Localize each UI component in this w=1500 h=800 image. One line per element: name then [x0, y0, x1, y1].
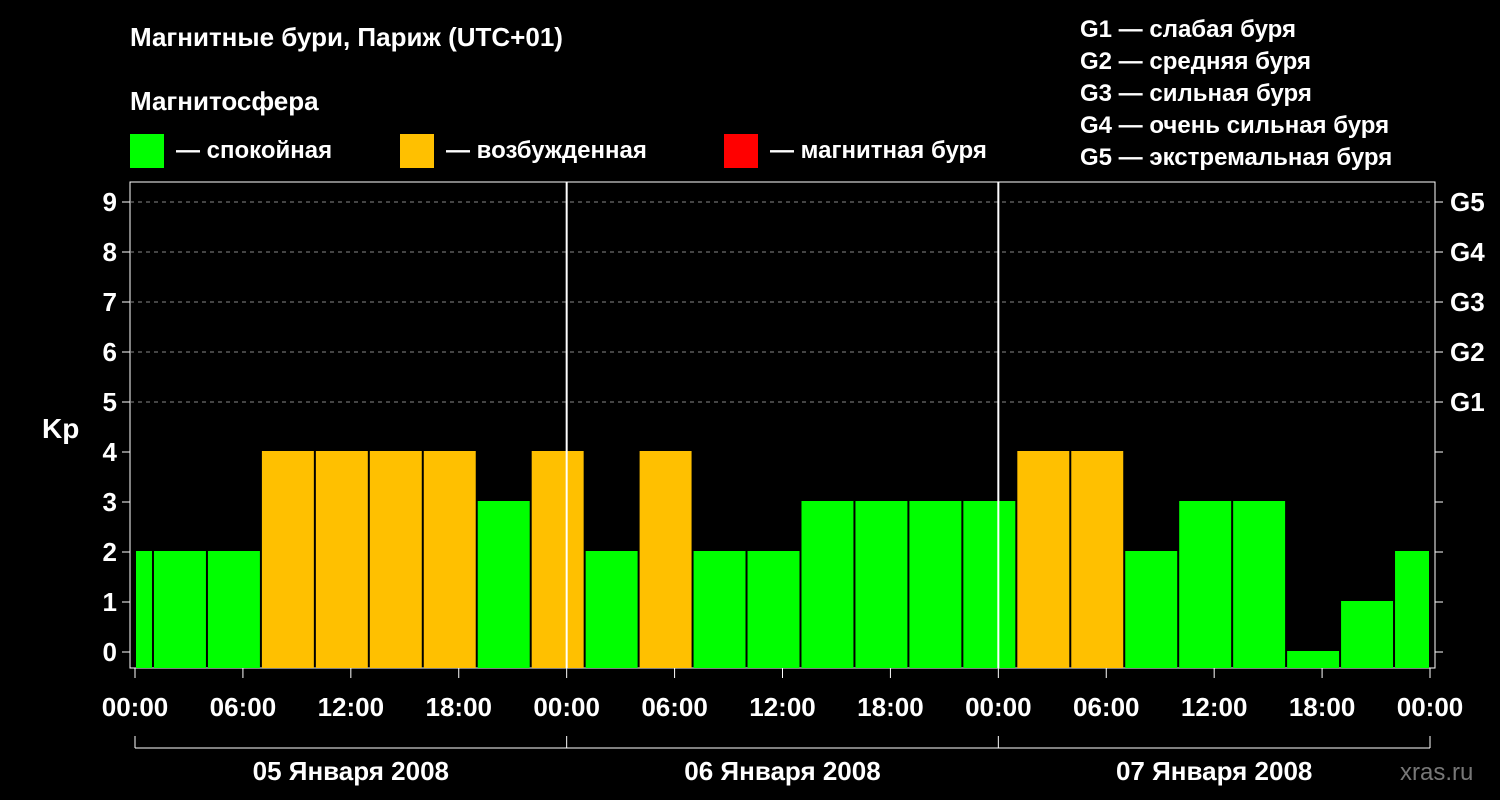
x-tick-label: 00:00: [965, 692, 1032, 722]
kp-bar: [1125, 551, 1178, 668]
kp-bar: [1017, 451, 1070, 668]
x-tick-label: 18:00: [426, 692, 493, 722]
g-tick-label: G5: [1450, 187, 1485, 217]
x-tick-label: 06:00: [641, 692, 708, 722]
x-tick-label: 00:00: [533, 692, 600, 722]
y-tick-label: 5: [103, 387, 117, 417]
kp-bar: [423, 451, 476, 668]
y-axis-label: Kp: [42, 413, 79, 444]
kp-bar: [315, 451, 368, 668]
kp-bar: [1179, 501, 1232, 668]
kp-bar: [1341, 601, 1394, 668]
kp-bar: [1071, 451, 1124, 668]
day-label: 06 Января 2008: [684, 756, 880, 786]
kp-bar: [801, 501, 854, 668]
kp-bar: [531, 451, 584, 668]
g-tick-label: G1: [1450, 387, 1485, 417]
y-tick-label: 4: [103, 437, 118, 467]
day-label: 07 Января 2008: [1116, 756, 1312, 786]
g-tick-label: G3: [1450, 287, 1485, 317]
kp-bar: [639, 451, 692, 668]
x-tick-label: 18:00: [1289, 692, 1356, 722]
y-tick-label: 7: [103, 287, 117, 317]
kp-bar: [369, 451, 422, 668]
kp-chart: 0 1 2 3 4 5 6 7 8 9 G1 G2 G3 G4 G5 Kp 00:00 06:00 12:00 18:…: [42, 181, 1485, 786]
kp-bar: [747, 551, 800, 668]
day-label: 05 Января 2008: [253, 756, 449, 786]
y-tick-label: 6: [103, 337, 117, 367]
kp-bar: [855, 501, 908, 668]
y-tick-label: 0: [103, 637, 117, 667]
g-tick-label: G2: [1450, 337, 1485, 367]
x-tick-label: 12:00: [749, 692, 816, 722]
kp-bar: [909, 501, 962, 668]
y-tick-label: 2: [103, 537, 117, 567]
kp-bar: [261, 451, 314, 668]
x-tick-label: 00:00: [1397, 692, 1464, 722]
x-tick-label: 12:00: [1181, 692, 1248, 722]
g-tick-label: G4: [1450, 237, 1485, 267]
watermark: xras.ru: [1400, 759, 1473, 786]
x-tick-label: 06:00: [210, 692, 277, 722]
kp-bar: [693, 551, 746, 668]
x-tick-label: 00:00: [102, 692, 169, 722]
y-tick-label: 1: [103, 587, 117, 617]
kp-bar: [153, 551, 206, 668]
kp-bar: [963, 501, 1016, 668]
kp-bar: [1395, 551, 1429, 668]
x-tick-label: 06:00: [1073, 692, 1140, 722]
kp-bar: [585, 551, 638, 668]
y-tick-label: 8: [103, 237, 117, 267]
y-tick-label: 9: [103, 187, 117, 217]
y-tick-label: 3: [103, 487, 117, 517]
kp-bar: [1233, 501, 1286, 668]
kp-bar: [1287, 651, 1340, 668]
kp-bar: [136, 551, 152, 668]
kp-bar: [477, 501, 530, 668]
kp-bar: [207, 551, 260, 668]
x-tick-label: 12:00: [318, 692, 385, 722]
x-tick-label: 18:00: [857, 692, 924, 722]
